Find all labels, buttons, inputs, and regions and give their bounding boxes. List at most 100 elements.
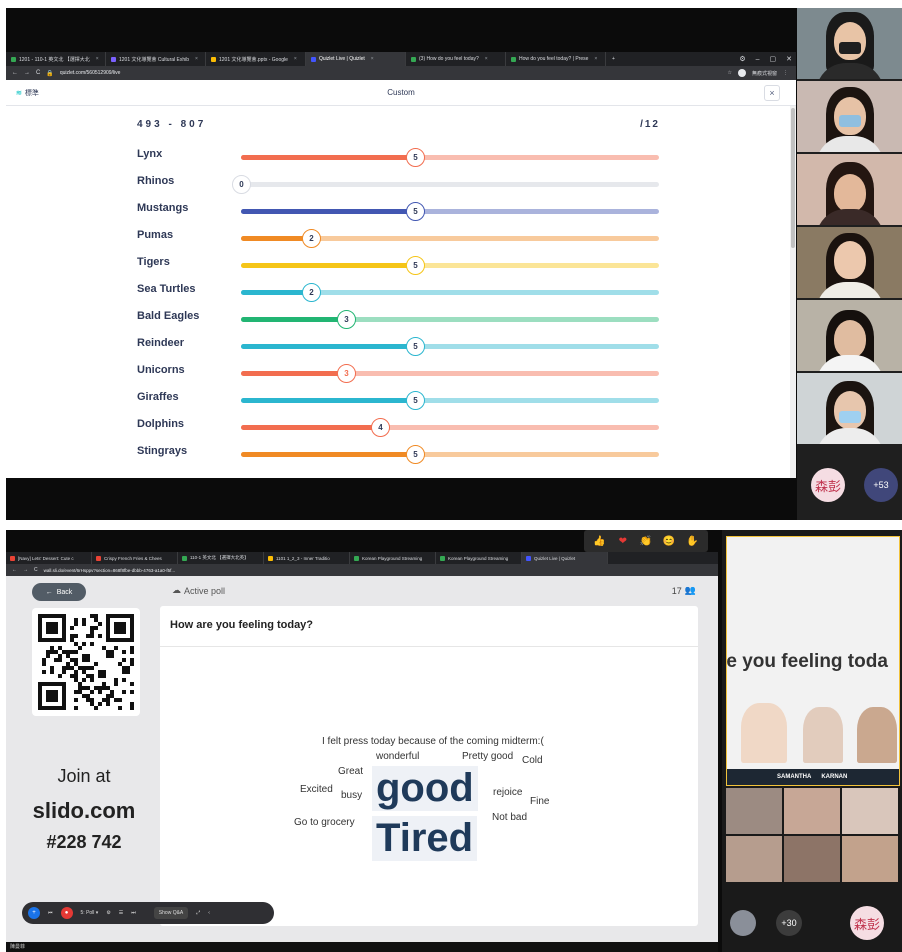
team-row: Reindeer 5	[6, 335, 796, 356]
more-participants-button[interactable]: +30	[776, 910, 802, 936]
video-tile-4[interactable]	[797, 227, 902, 298]
participant-avatar[interactable]: 森彭	[850, 906, 884, 940]
previous-icon[interactable]: ⏮	[48, 910, 53, 916]
video-thumbnail[interactable]	[784, 836, 840, 882]
tab-favicon-icon	[11, 56, 16, 62]
team-name: Sea Turtles	[137, 283, 196, 295]
quizlet-live-board: ≋ 標準 Custom × 493 - 807 /12 Lynx 5 Rhinos 0…	[6, 80, 796, 478]
video-tile-3[interactable]	[797, 154, 902, 225]
maximize-icon[interactable]: ▢	[770, 55, 777, 63]
record-icon[interactable]: ●	[60, 907, 73, 919]
video-thumbnail[interactable]	[726, 788, 782, 834]
browser-tab[interactable]: 1201 文化導覽會.pptx - Google ×	[206, 52, 306, 66]
clap-icon[interactable]: 👏	[638, 533, 654, 549]
scrollbar[interactable]	[790, 106, 796, 478]
next-icon[interactable]: ⏭	[131, 910, 136, 916]
close-tab-icon[interactable]: ×	[485, 56, 488, 62]
raise-hand-icon[interactable]: ✋	[684, 533, 700, 549]
quizlet-title: Custom	[387, 88, 415, 97]
close-tab-icon[interactable]: ×	[294, 56, 297, 62]
profile-avatar[interactable]	[737, 69, 746, 77]
participant-avatar[interactable]	[730, 910, 756, 936]
plus-icon[interactable]: +	[28, 907, 40, 919]
scrollbar-thumb[interactable]	[791, 108, 795, 248]
score-badge: 0	[232, 175, 251, 194]
browser-tab[interactable]: 1101 1_2_3 - Inner Traditio	[264, 552, 350, 564]
score-badge: 2	[302, 283, 321, 302]
browser-tab[interactable]: Korean Playground Streaming	[350, 552, 436, 564]
shared-screen-tile[interactable]: re you feeling toda SAMANTHA KARNAN	[726, 536, 900, 786]
address-bar: ← → C wall.sli.do/event/6rHsppv?section=…	[6, 564, 718, 576]
tab-label: 1201 文化導覽會 Cultural Exhib	[119, 56, 190, 63]
poll-card: How are you feeling today? I felt press …	[160, 606, 698, 926]
progress-fill	[241, 263, 415, 268]
video-thumbnail[interactable]	[842, 836, 898, 882]
quizlet-meeting-screenshot: 1201 - 110-1 英文北 【選擇大北 × 1201 文化導覽會 Cultur…	[6, 8, 902, 520]
progress-track: 2	[241, 229, 659, 248]
browser-tab[interactable]: (3) How do you feel today? ×	[406, 52, 506, 66]
close-tab-icon[interactable]: ×	[195, 56, 198, 62]
team-row: Giraffes 5	[6, 389, 796, 410]
tab-favicon-icon	[182, 555, 187, 561]
thumbs-up-icon[interactable]: 👍	[592, 533, 608, 549]
participant-face	[833, 320, 866, 358]
video-tile-1[interactable]	[797, 8, 902, 79]
participant-count-value: 17	[671, 585, 682, 596]
progress-fill	[241, 317, 346, 322]
smile-icon[interactable]: 😊	[661, 533, 677, 549]
participant-face	[833, 241, 866, 279]
participant-avatar[interactable]: 森彭	[811, 468, 845, 502]
browser-tab[interactable]: 1201 文化導覽會 Cultural Exhib ×	[106, 52, 206, 66]
collapse-icon[interactable]: ‹	[208, 910, 210, 916]
forward-arrow-icon[interactable]: →	[23, 567, 28, 573]
back-arrow-icon[interactable]: ←	[12, 70, 18, 76]
list-icon[interactable]: ☰	[119, 910, 123, 916]
more-participants-button[interactable]: +53	[864, 468, 898, 502]
browser-tab[interactable]: 110-1 英文北 【選擇大北英】	[178, 552, 264, 564]
reload-icon[interactable]: C	[36, 70, 40, 76]
close-tab-icon[interactable]: ×	[371, 56, 374, 62]
url-field[interactable]: quizlet.com/560512909/live	[60, 70, 121, 76]
settings-icon[interactable]: ⚙	[739, 55, 745, 63]
show-qa-button[interactable]: Show Q&A	[153, 907, 189, 919]
close-tab-icon[interactable]: ×	[594, 56, 597, 62]
close-tab-icon[interactable]: ×	[96, 56, 99, 62]
poll-selector[interactable]: 5: Poll ▾	[81, 910, 99, 916]
browser-tab[interactable]: How do you feel today? | Prese ×	[506, 52, 606, 66]
browser-tab[interactable]: Crispy French Fries & Chees	[92, 552, 178, 564]
progress-fill	[241, 344, 415, 349]
video-tile-2[interactable]	[797, 81, 902, 152]
forward-arrow-icon[interactable]: →	[24, 70, 30, 76]
minimize-icon[interactable]: –	[756, 56, 760, 63]
browser-tab[interactable]: Quizlet Live | Quizlet	[522, 552, 608, 564]
back-label: Back	[56, 588, 73, 596]
url-field[interactable]: wall.sli.do/event/6rHsppv?section=868f8f…	[44, 568, 175, 573]
browser-tab[interactable]: 1201 - 110-1 英文北 【選擇大北 ×	[6, 52, 106, 66]
new-tab-button[interactable]: +	[606, 56, 621, 62]
video-thumbnail[interactable]	[726, 836, 782, 882]
star-icon[interactable]: ☆	[728, 70, 732, 76]
video-tile-5[interactable]	[797, 300, 902, 371]
team-name: Rhinos	[137, 175, 175, 187]
reload-icon[interactable]: C	[34, 567, 38, 573]
participant-mask	[838, 411, 861, 423]
close-button[interactable]: ×	[764, 85, 780, 101]
video-gallery: re you feeling toda SAMANTHA KARNAN +30 …	[722, 530, 902, 952]
video-tile-6[interactable]	[797, 373, 902, 444]
browser-tab[interactable]: Quizlet Live | Quizlet ×	[306, 52, 406, 66]
settings-icon[interactable]: ⚙	[106, 910, 110, 916]
score-badge: 5	[406, 391, 425, 410]
tab-label: Korean Playground Streaming	[448, 555, 509, 561]
close-window-icon[interactable]: ✕	[786, 55, 792, 63]
video-thumbnail[interactable]	[784, 788, 840, 834]
heart-icon[interactable]: ❤	[615, 533, 631, 549]
back-button[interactable]: ← Back	[32, 583, 86, 601]
browser-tab[interactable]: Korean Playground Streaming	[436, 552, 522, 564]
menu-icon[interactable]: ⋮	[783, 70, 788, 76]
expand-icon[interactable]: ⤢	[196, 910, 200, 916]
event-code: #228 742	[46, 832, 122, 852]
browser-tab[interactable]: [Navy] Lets' Dessert: Cute c	[6, 552, 92, 564]
back-arrow-icon[interactable]: ←	[12, 567, 17, 573]
video-thumbnail[interactable]	[842, 788, 898, 834]
team-row: Dolphins 4	[6, 416, 796, 437]
